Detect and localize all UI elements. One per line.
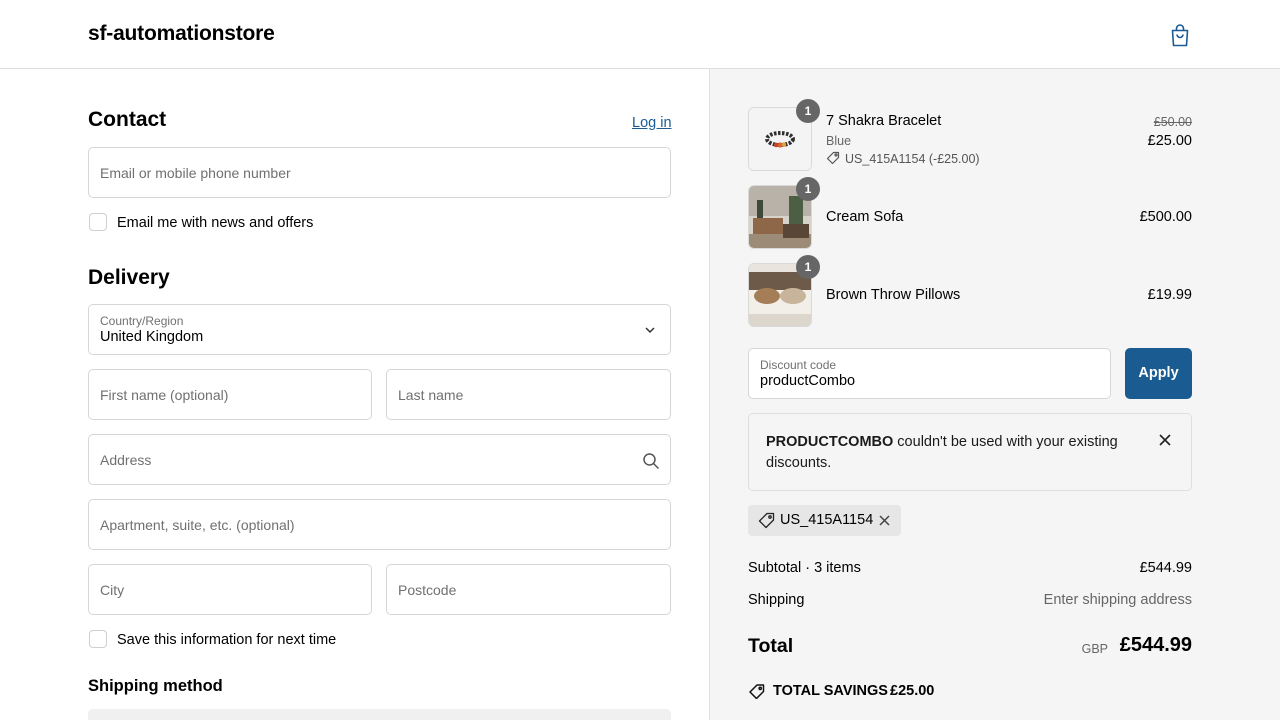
login-link[interactable]: Log in: [632, 115, 672, 131]
total-label: Total: [748, 635, 794, 657]
discount-tag-icon: [826, 151, 840, 165]
total-currency: GBP: [1081, 642, 1108, 656]
subtotal-value: £544.99: [1139, 560, 1192, 576]
quantity-badge: 1: [796, 177, 820, 201]
item-variant: Blue: [826, 134, 852, 148]
chevron-down-icon: [645, 327, 655, 334]
save-info-label: Save this information for next time: [117, 632, 337, 648]
country-value: United Kingdom: [100, 329, 204, 345]
discount-code-field[interactable]: Discount code productCombo: [748, 348, 1111, 399]
first-name-placeholder: First name (optional): [100, 386, 229, 403]
last-name-placeholder: Last name: [398, 386, 464, 403]
discount-tag-icon: [758, 512, 775, 529]
address-field[interactable]: Address: [88, 434, 671, 485]
applied-code: US_415A1154: [780, 512, 874, 528]
store-name[interactable]: sf-automationstore: [88, 22, 275, 46]
email-placeholder: Email or mobile phone number: [100, 164, 291, 181]
savings-label: TOTAL SAVINGS: [773, 683, 888, 699]
city-field[interactable]: City: [88, 564, 372, 615]
savings-tag-icon: [749, 684, 765, 699]
item-name: Brown Throw Pillows: [826, 287, 961, 303]
close-icon[interactable]: [1158, 433, 1172, 447]
item-name: Cream Sofa: [826, 209, 904, 225]
delivery-title: Delivery: [88, 266, 170, 289]
item-price: £25.00: [1147, 133, 1192, 149]
apartment-field[interactable]: Apartment, suite, etc. (optional): [88, 499, 671, 550]
postcode-placeholder: Postcode: [398, 581, 457, 598]
last-name-field[interactable]: Last name: [386, 369, 671, 420]
shipping-value: Enter shipping address: [1043, 592, 1192, 608]
country-label: Country/Region: [100, 314, 184, 328]
discount-code-value: productCombo: [760, 373, 856, 389]
news-checkbox-label: Email me with news and offers: [117, 215, 314, 231]
error-code: PRODUCTCOMBO: [766, 434, 894, 450]
quantity-badge: 1: [796, 255, 820, 279]
item-price: £19.99: [1147, 287, 1192, 303]
header: sf-automationstore: [0, 0, 1280, 69]
remove-discount-icon[interactable]: [879, 515, 890, 526]
apartment-placeholder: Apartment, suite, etc. (optional): [100, 516, 295, 533]
shipping-method-placeholder-box: [88, 709, 671, 720]
discount-error-banner: PRODUCTCOMBO couldn't be used with your …: [748, 413, 1192, 491]
shipping-method-title: Shipping method: [88, 677, 223, 695]
address-placeholder: Address: [100, 451, 152, 468]
item-price: £500.00: [1139, 209, 1192, 225]
shipping-label: Shipping: [748, 592, 805, 608]
contact-title: Contact: [88, 108, 167, 131]
quantity-badge: 1: [796, 99, 820, 123]
news-checkbox[interactable]: [89, 213, 107, 231]
search-icon[interactable]: [642, 452, 660, 470]
first-name-field[interactable]: First name (optional): [88, 369, 372, 420]
applied-discount-chip: US_415A1154: [748, 505, 901, 536]
postcode-field[interactable]: Postcode: [386, 564, 671, 615]
apply-button[interactable]: Apply: [1125, 348, 1192, 399]
total-value: £544.99: [1119, 634, 1192, 656]
country-select[interactable]: Country/Region United Kingdom: [88, 304, 671, 355]
item-name: 7 Shakra Bracelet: [826, 113, 942, 129]
discount-error-message: PRODUCTCOMBO couldn't be used with your …: [766, 432, 1136, 474]
subtotal-label: Subtotal · 3 items: [748, 560, 861, 576]
savings-value: £25.00: [890, 683, 935, 699]
shopping-bag-icon[interactable]: [1168, 22, 1192, 48]
city-placeholder: City: [100, 581, 125, 598]
item-discount: US_415A1154 (-£25.00): [845, 152, 980, 166]
original-price: £50.00: [1153, 115, 1192, 129]
discount-code-label: Discount code: [760, 358, 837, 372]
save-info-checkbox[interactable]: [89, 630, 107, 648]
email-field[interactable]: Email or mobile phone number: [88, 147, 671, 198]
